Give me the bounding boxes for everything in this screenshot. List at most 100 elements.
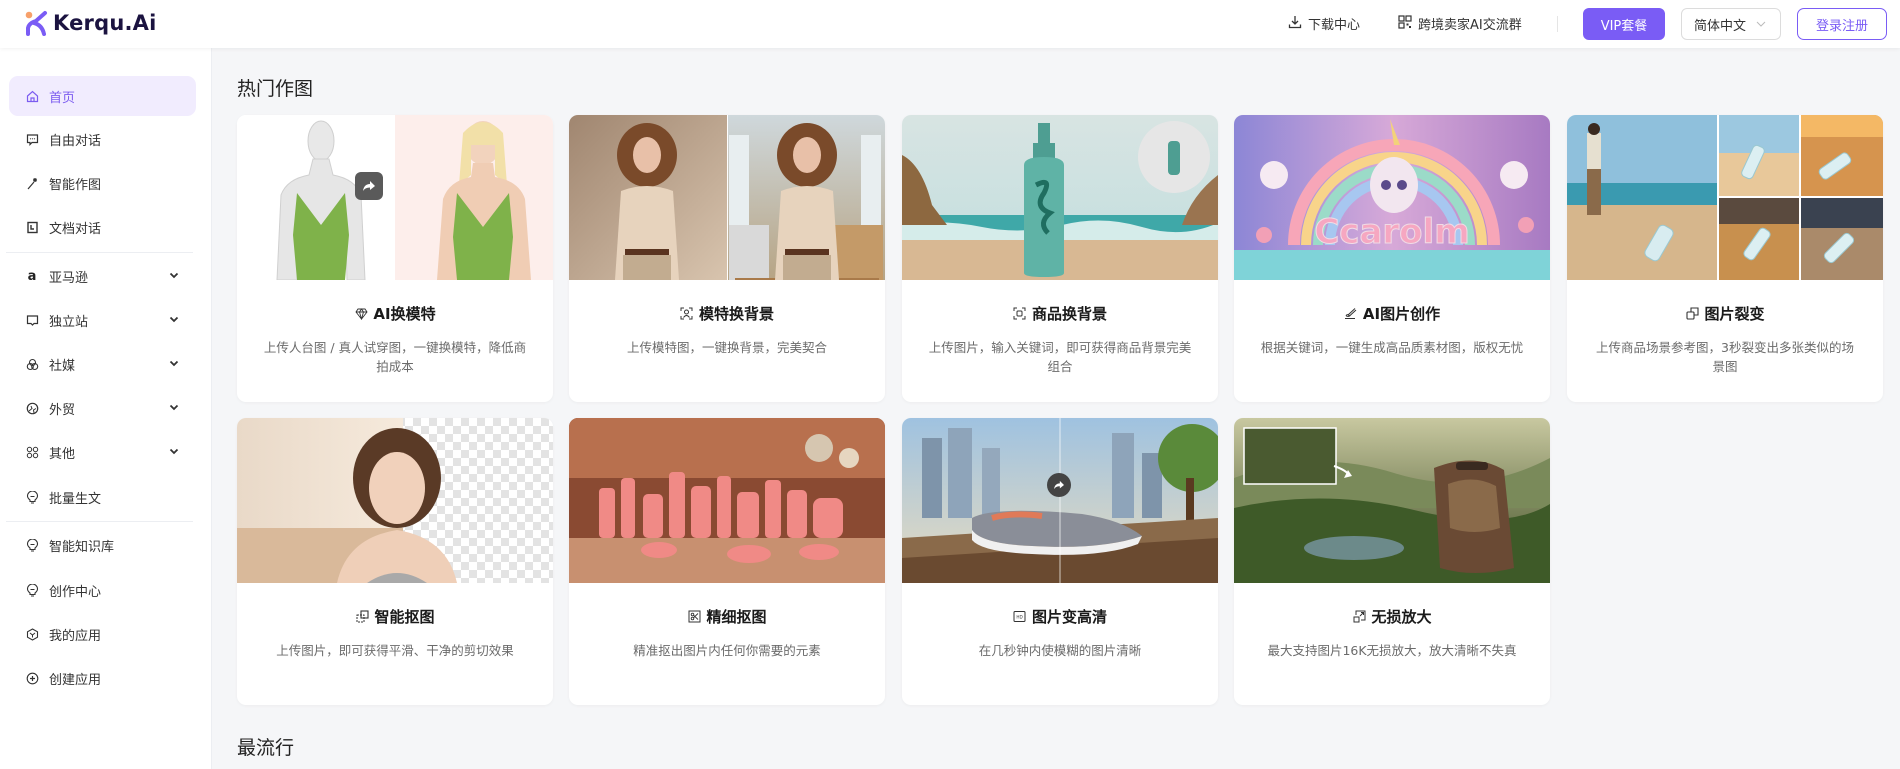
share-icon bbox=[1047, 473, 1071, 497]
sidebar-item-others[interactable]: 其他 bbox=[9, 432, 196, 472]
chevron-down-icon[interactable] bbox=[168, 269, 180, 281]
sidebar-item-bulk-writing[interactable]: 批量生文 bbox=[9, 477, 196, 517]
sidebar-item-doc-chat[interactable]: 文档对话 bbox=[9, 207, 196, 247]
card-description: 上传模特图，一键换背景，完美契合 bbox=[626, 340, 827, 355]
sidebar-item-foreign-trade[interactable]: 外贸 bbox=[9, 388, 196, 428]
card-image bbox=[1234, 418, 1550, 583]
card-title-text: 图片裂变 bbox=[1704, 305, 1765, 323]
community-group-link[interactable]: 跨境卖家AI交流群 bbox=[1398, 14, 1522, 33]
sidebar-item-label: 文档对话 bbox=[49, 221, 102, 237]
bulb-icon bbox=[25, 490, 39, 504]
share-icon bbox=[355, 172, 383, 200]
logo-icon bbox=[25, 10, 49, 36]
chevron-down-icon[interactable] bbox=[168, 313, 180, 325]
sidebar-item-label: 外贸 bbox=[49, 402, 76, 418]
chat-icon bbox=[25, 132, 39, 146]
sidebar-item-create-app[interactable]: 创建应用 bbox=[9, 658, 196, 698]
sidebar-item-my-apps[interactable]: 我的应用 bbox=[9, 614, 196, 654]
card-image bbox=[1567, 115, 1883, 280]
plus-circle-icon bbox=[25, 671, 39, 685]
expand-icon bbox=[1352, 610, 1366, 624]
card-title-text: AI图片创作 bbox=[1362, 305, 1441, 323]
sidebar-item-home[interactable]: 首页 bbox=[9, 76, 196, 116]
language-select[interactable]: 简体中文 bbox=[1681, 8, 1781, 40]
person-frame-icon bbox=[680, 307, 694, 321]
card-title: 无损放大 bbox=[1234, 606, 1550, 627]
logo-text: Kerqu.Ai bbox=[53, 11, 157, 35]
card-title-text: 无损放大 bbox=[1371, 608, 1432, 626]
card-title: HD 图片变高清 bbox=[902, 606, 1218, 627]
sidebar-item-smart-drawing[interactable]: 智能作图 bbox=[9, 163, 196, 203]
card-title: AI换模特 bbox=[237, 303, 553, 324]
feature-card-fine-cutout[interactable]: 精细抠图 精准抠出图片内任何你需要的元素 bbox=[569, 418, 885, 705]
sidebar-item-independent-site[interactable]: 独立站 bbox=[9, 300, 196, 340]
hd-icon: HD bbox=[1013, 610, 1027, 624]
card-image bbox=[569, 418, 885, 583]
card-title: 模特换背景 bbox=[569, 303, 885, 324]
globe-icon bbox=[25, 401, 39, 415]
card-description: 最大支持图片16K无损放大，放大清晰不失真 bbox=[1267, 643, 1517, 658]
chevron-down-icon[interactable] bbox=[168, 445, 180, 457]
card-description: 根据关键词，一键生成高品质素材图，版权无忧 bbox=[1260, 340, 1524, 355]
copy-icon bbox=[1685, 307, 1699, 321]
login-register-button[interactable]: 登录注册 bbox=[1797, 8, 1887, 40]
card-image bbox=[237, 418, 553, 583]
social-icon bbox=[25, 357, 39, 371]
chevron-down-icon[interactable] bbox=[168, 357, 180, 369]
sidebar-divider bbox=[6, 252, 193, 253]
vip-plan-button[interactable]: VIP套餐 bbox=[1583, 8, 1665, 40]
sidebar-item-amazon[interactable]: a 亚马逊 bbox=[9, 256, 196, 296]
logo[interactable]: Kerqu.Ai bbox=[25, 10, 157, 36]
card-title-text: 精细抠图 bbox=[706, 608, 767, 626]
card-image: Ccarolm bbox=[1234, 115, 1550, 280]
download-center-link[interactable]: 下载中心 bbox=[1288, 14, 1360, 33]
feature-card-model-background[interactable]: 模特换背景 上传模特图，一键换背景，完美契合 bbox=[569, 115, 885, 402]
sidebar-item-knowledge-base[interactable]: 智能知识库 bbox=[9, 525, 196, 565]
card-description: 上传图片，输入关键词，即可获得商品背景完美组合 bbox=[928, 340, 1192, 374]
sidebar-divider bbox=[6, 521, 193, 522]
feature-card-hd-enhance[interactable]: HD 图片变高清 在几秒钟内使模糊的图片清晰 bbox=[902, 418, 1218, 705]
sidebar-item-social-media[interactable]: 社媒 bbox=[9, 344, 196, 384]
feature-card-lossless-upscale[interactable]: 无损放大 最大支持图片16K无损放大，放大清晰不失真 bbox=[1234, 418, 1550, 705]
cube-icon bbox=[25, 627, 39, 641]
card-title-text: 智能抠图 bbox=[374, 608, 435, 626]
sidebar-item-label: 亚马逊 bbox=[49, 270, 89, 286]
feature-card-ai-image-creation[interactable]: Ccarolm AI图片创作 根据关键词，一键生成高品质素材图，版权无忧 bbox=[1234, 115, 1550, 402]
card-description: 在几秒钟内使模糊的图片清晰 bbox=[978, 643, 1142, 658]
svg-text:HD: HD bbox=[1017, 615, 1023, 620]
card-image bbox=[902, 115, 1218, 280]
chevron-down-icon bbox=[1756, 19, 1766, 30]
card-description: 上传人台图 / 真人试穿图，一键换模特，降低商拍成本 bbox=[263, 340, 527, 374]
home-icon bbox=[25, 89, 39, 103]
sidebar-item-creation-center[interactable]: 创作中心 bbox=[9, 570, 196, 610]
card-description: 上传商品场景参考图，3秒裂变出多张类似的场景图 bbox=[1596, 340, 1854, 374]
diamond-icon bbox=[354, 307, 368, 321]
svg-text:Ccarolm: Ccarolm bbox=[1314, 212, 1469, 252]
sidebar-item-label: 我的应用 bbox=[49, 628, 102, 644]
card-title: 智能抠图 bbox=[237, 606, 553, 627]
feature-card-ai-model-swap[interactable]: AI换模特 上传人台图 / 真人试穿图，一键换模特，降低商拍成本 bbox=[237, 115, 553, 402]
apps-icon bbox=[25, 445, 39, 459]
sidebar-item-label: 自由对话 bbox=[49, 133, 102, 149]
scissors-icon bbox=[687, 610, 701, 624]
community-group-label: 跨境卖家AI交流群 bbox=[1418, 18, 1522, 33]
card-description: 精准抠出图片内任何你需要的元素 bbox=[633, 643, 821, 658]
card-title: 精细抠图 bbox=[569, 606, 885, 627]
store-icon bbox=[25, 313, 39, 327]
card-title-text: AI换模特 bbox=[373, 305, 436, 323]
sidebar-item-label: 首页 bbox=[49, 90, 76, 106]
chevron-down-icon[interactable] bbox=[168, 401, 180, 413]
download-icon bbox=[1288, 15, 1302, 33]
card-image bbox=[237, 115, 553, 280]
language-selected: 简体中文 bbox=[1694, 18, 1747, 34]
cutout-icon bbox=[355, 610, 369, 624]
card-title: 图片裂变 bbox=[1567, 303, 1883, 324]
feature-card-smart-cutout[interactable]: 智能抠图 上传图片，即可获得平滑、干净的剪切效果 bbox=[237, 418, 553, 705]
feature-card-image-fission[interactable]: 图片裂变 上传商品场景参考图，3秒裂变出多张类似的场景图 bbox=[1567, 115, 1883, 402]
sidebar-item-free-chat[interactable]: 自由对话 bbox=[9, 119, 196, 159]
sidebar-item-label: 其他 bbox=[49, 446, 76, 462]
scan-frame-icon bbox=[1013, 307, 1027, 321]
card-title: 商品换背景 bbox=[902, 303, 1218, 324]
sidebar-item-label: 智能作图 bbox=[49, 177, 102, 193]
feature-card-product-background[interactable]: 商品换背景 上传图片，输入关键词，即可获得商品背景完美组合 bbox=[902, 115, 1218, 402]
